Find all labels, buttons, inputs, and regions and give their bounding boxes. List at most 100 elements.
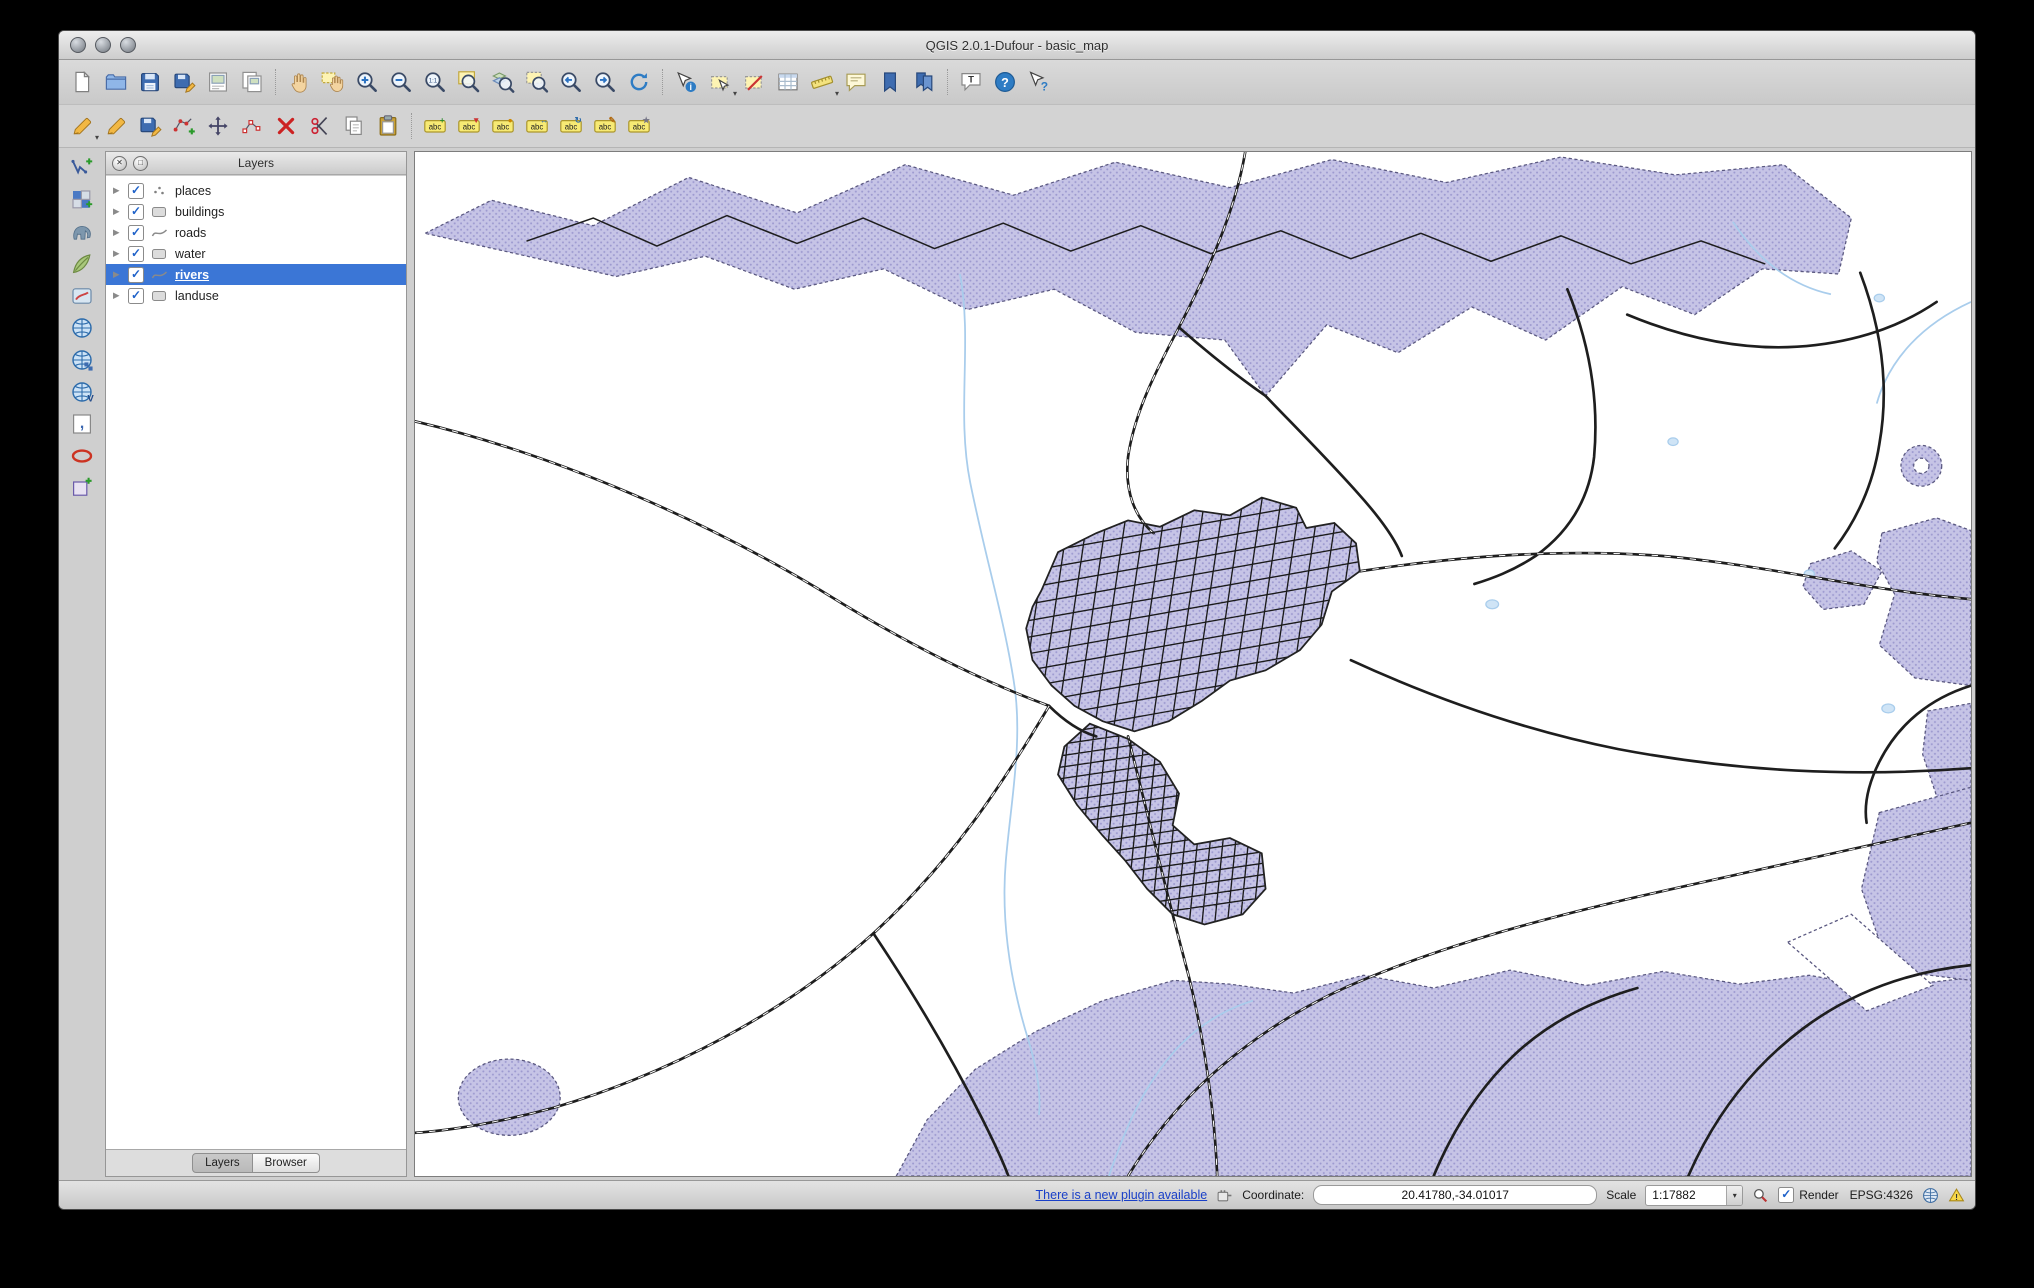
add-wms-layer-button[interactable] [65,313,99,343]
refresh-map-button[interactable] [623,66,655,98]
add-feature-button[interactable] [168,110,200,142]
move-feature-button[interactable] [202,110,234,142]
zoom-native-resolution-button[interactable]: 1:1 [419,66,451,98]
composer-manager-button[interactable] [236,66,268,98]
expand-arrow-icon[interactable]: ▶ [113,206,122,217]
toolbar-separator [662,69,663,95]
add-oracle-layer-button[interactable] [65,441,99,471]
label-edit-button[interactable]: abc✎ [589,110,621,142]
layer-item-roads[interactable]: ▶✓roads [106,222,406,243]
zoom-to-layer-button[interactable] [487,66,519,98]
expand-arrow-icon[interactable]: ▶ [113,248,122,259]
label-pin-button[interactable]: abc▼ [453,110,485,142]
refresh-icon [627,70,651,94]
new-project-button[interactable] [66,66,98,98]
new-print-composer-button[interactable] [202,66,234,98]
layer-visibility-checkbox[interactable]: ✓ [128,246,144,262]
chevron-down-icon[interactable]: ▾ [1726,1186,1742,1205]
node-tool-button[interactable] [236,110,268,142]
dropdown-arrow-icon[interactable]: ▾ [733,90,737,98]
new-shapefile-layer-button[interactable] [65,473,99,503]
current-edits-button[interactable]: ▾ [66,110,98,142]
zoom-out-button[interactable] [385,66,417,98]
pan-map-button[interactable] [283,66,315,98]
svg-text:1:1: 1:1 [429,78,438,84]
pan-to-selection-button[interactable] [317,66,349,98]
zoom-in-button[interactable] [351,66,383,98]
toggle-editing-button[interactable] [100,110,132,142]
show-bookmarks-button[interactable] [908,66,940,98]
layer-visibility-checkbox[interactable]: ✓ [128,288,144,304]
label-properties-button[interactable]: abc★ [623,110,655,142]
zoom-last-button[interactable] [555,66,587,98]
add-postgis-layer-button[interactable] [65,217,99,247]
panel-tab-layers[interactable]: Layers [192,1153,253,1173]
layers-panel: ✕ □ Layers ▶✓places▶✓buildings▶✓roads▶✓w… [105,151,407,1177]
expand-arrow-icon[interactable]: ▶ [113,227,122,238]
save-project-as-button[interactable] [168,66,200,98]
layer-item-landuse[interactable]: ▶✓landuse [106,285,406,306]
label-move-button[interactable]: abc↔ [521,110,553,142]
zoom-full-extent-button[interactable] [453,66,485,98]
copy-features-button[interactable] [338,110,370,142]
zoom-next-button[interactable] [589,66,621,98]
add-raster-layer-button[interactable] [65,185,99,215]
layer-visibility-checkbox[interactable]: ✓ [128,204,144,220]
expand-arrow-icon[interactable]: ▶ [113,185,122,196]
add-wcs-layer-button[interactable] [65,345,99,375]
render-checkbox[interactable]: ✓ [1778,1187,1794,1203]
dropdown-arrow-icon[interactable]: ▾ [95,134,99,142]
zoom-to-selection-button[interactable] [521,66,553,98]
svg-text:i: i [690,82,693,92]
measure-line-button[interactable]: ▾ [806,66,838,98]
layer-item-rivers[interactable]: ▶✓rivers [106,264,406,285]
select-features-button[interactable]: ▾ [704,66,736,98]
layer-item-buildings[interactable]: ▶✓buildings [106,201,406,222]
add-mssql-layer-button[interactable] [65,281,99,311]
log-messages-icon[interactable]: ! [1948,1187,1965,1204]
save-project-button[interactable] [134,66,166,98]
identify-features-button[interactable]: i [670,66,702,98]
toolbar-main: 1:1 i ▾ ▾ T?? [59,60,1975,105]
open-project-button[interactable] [100,66,132,98]
map-canvas[interactable] [414,151,1972,1177]
scale-combobox[interactable]: 1:17882 ▾ [1645,1185,1743,1206]
hand-selection-icon [321,70,345,94]
labeling-button[interactable]: abc+ [419,110,451,142]
delete-selected-button[interactable] [270,110,302,142]
add-vector-layer-button[interactable] [65,153,99,183]
map-tips-button[interactable] [840,66,872,98]
layer-visibility-checkbox[interactable]: ✓ [128,183,144,199]
plugin-icon[interactable] [1216,1187,1233,1204]
layer-item-places[interactable]: ▶✓places [106,180,406,201]
expand-arrow-icon[interactable]: ▶ [113,290,122,301]
deselect-features-button[interactable] [738,66,770,98]
coordinate-input[interactable]: 20.41780,-34.01017 [1313,1185,1597,1205]
desktop-background: { "window": { "title": "QGIS 2.0.1-Dufou… [0,0,2034,1288]
layer-visibility-checkbox[interactable]: ✓ [128,225,144,241]
paste-features-button[interactable] [372,110,404,142]
whats-this-button[interactable]: ? [1023,66,1055,98]
text-annotation-button[interactable]: T [955,66,987,98]
new-plugin-link[interactable]: There is a new plugin available [1036,1188,1208,1202]
help-contents-button[interactable]: ? [989,66,1021,98]
new-bookmark-button[interactable] [874,66,906,98]
panel-tab-browser[interactable]: Browser [253,1153,320,1173]
expand-arrow-icon[interactable]: ▶ [113,269,122,280]
title-bar[interactable]: QGIS 2.0.1-Dufour - basic_map [59,31,1975,60]
save-layer-edits-button[interactable] [134,110,166,142]
epsg-label: EPSG:4326 [1850,1188,1913,1202]
add-delimited-text-layer-button[interactable]: , [65,409,99,439]
svg-text:+: + [440,115,445,125]
open-attribute-table-button[interactable] [772,66,804,98]
layer-visibility-checkbox[interactable]: ✓ [128,267,144,283]
label-rotate-button[interactable]: abc↻ [555,110,587,142]
layer-item-water[interactable]: ▶✓water [106,243,406,264]
scale-magnifier-icon[interactable] [1752,1187,1769,1204]
label-highlight-button[interactable]: abc● [487,110,519,142]
cut-features-button[interactable] [304,110,336,142]
crs-status-icon[interactable] [1922,1187,1939,1204]
add-spatialite-layer-button[interactable] [65,249,99,279]
dropdown-arrow-icon[interactable]: ▾ [835,90,839,98]
add-wfs-layer-button[interactable]: V [65,377,99,407]
